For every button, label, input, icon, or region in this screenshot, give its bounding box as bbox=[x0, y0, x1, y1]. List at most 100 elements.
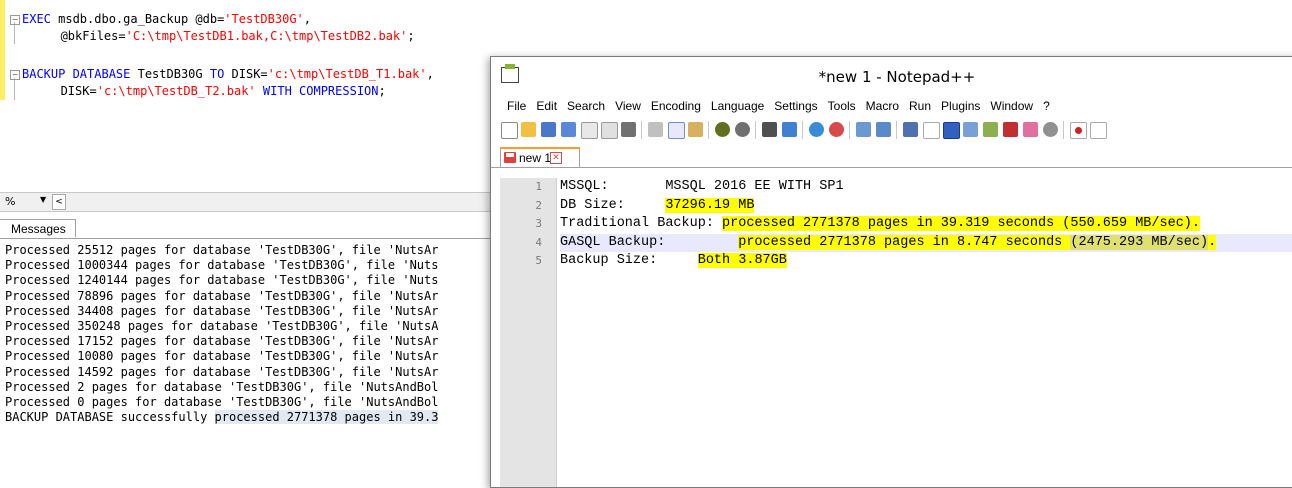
replace-icon[interactable] bbox=[782, 122, 797, 137]
record-macro-icon[interactable] bbox=[1070, 122, 1087, 139]
cut-icon[interactable] bbox=[648, 122, 663, 137]
new-file-icon[interactable] bbox=[501, 122, 518, 139]
menu-macro[interactable]: Macro bbox=[861, 95, 904, 117]
highlighted-text: 37296.19 MB bbox=[665, 197, 755, 213]
message-line: Processed 1240144 pages for database 'Te… bbox=[5, 273, 439, 288]
highlighted-selected-text: (2475.293 MB/sec) bbox=[1070, 234, 1209, 250]
menu-tools[interactable]: Tools bbox=[823, 95, 861, 117]
highlighted-text: processed 2771378 pages in 39.319 second… bbox=[722, 216, 1201, 231]
change-tracking-bar bbox=[0, 0, 5, 100]
line-number-gutter: 1 2 3 4 5 bbox=[500, 178, 557, 487]
stop-macro-icon[interactable] bbox=[1090, 122, 1107, 139]
menu-help[interactable]: ? bbox=[1038, 95, 1055, 117]
text-area[interactable]: MSSQL: MSSQL 2016 EE WITH SP1 DB Size: 3… bbox=[560, 178, 1292, 487]
message-line: Processed 0 pages for database 'TestDB30… bbox=[5, 394, 439, 409]
results-tabs: Messages bbox=[0, 218, 545, 239]
close-all-icon[interactable] bbox=[601, 122, 618, 139]
sql-line-2: @bkFiles='C:\tmp\TestDB1.bak,C:\tmp\Test… bbox=[31, 29, 415, 43]
text-line-5: Backup Size: Both 3.87GB bbox=[560, 253, 787, 268]
indent-guide-icon[interactable] bbox=[943, 122, 960, 139]
tab-new-1[interactable]: new 1 ✕ bbox=[500, 147, 580, 167]
unsaved-file-icon bbox=[504, 152, 516, 163]
zoom-out-icon[interactable] bbox=[829, 122, 844, 137]
sql-editor[interactable]: − EXEC msdb.dbo.ga_Backup @db='TestDB30G'… bbox=[0, 0, 545, 190]
function-list-icon[interactable] bbox=[1003, 122, 1018, 137]
sql-line-3: − BACKUP DATABASE TestDB30G TO DISK='c:\t… bbox=[10, 67, 434, 81]
text-line-4: GASQL Backup: processed 2771378 pages in… bbox=[560, 233, 1292, 252]
line-number: 1 bbox=[535, 180, 542, 193]
menu-file[interactable]: File bbox=[502, 95, 531, 117]
toolbar bbox=[491, 117, 1292, 143]
zoom-bar: % ▼ < bbox=[0, 192, 545, 212]
toolbar-separator bbox=[896, 121, 897, 139]
document-tabs: new 1 ✕ bbox=[491, 143, 1292, 168]
menu-run[interactable]: Run bbox=[904, 95, 936, 117]
window-title: *new 1 - Notepad++ bbox=[818, 68, 976, 86]
message-line: Processed 1000344 pages for database 'Te… bbox=[5, 258, 439, 273]
menu-plugins[interactable]: Plugins bbox=[936, 95, 985, 117]
monitoring-icon[interactable] bbox=[1043, 122, 1058, 137]
save-all-icon[interactable] bbox=[561, 122, 576, 137]
paste-icon[interactable] bbox=[688, 122, 703, 137]
highlighted-text: Both 3.87GB bbox=[697, 253, 787, 268]
zoom-in-icon[interactable] bbox=[809, 122, 824, 137]
notepadpp-window[interactable]: *new 1 - Notepad++ File Edit Search View Enc… bbox=[490, 56, 1292, 488]
sync-horizontal-icon[interactable] bbox=[876, 122, 891, 137]
zoom-level[interactable]: % bbox=[5, 195, 15, 208]
toolbar-separator bbox=[802, 121, 803, 139]
udl-icon[interactable] bbox=[963, 122, 978, 137]
tab-messages[interactable]: Messages bbox=[0, 219, 76, 237]
message-line: Processed 14592 pages for database 'Test… bbox=[5, 364, 439, 379]
find-icon[interactable] bbox=[762, 122, 777, 137]
toolbar-separator bbox=[755, 121, 756, 139]
menu-language[interactable]: Language bbox=[706, 95, 769, 117]
line-number: 3 bbox=[535, 217, 542, 230]
print-icon[interactable] bbox=[621, 122, 636, 137]
menu-settings[interactable]: Settings bbox=[769, 95, 822, 117]
save-icon[interactable] bbox=[541, 122, 556, 137]
text-line-3: Traditional Backup: processed 2771378 pa… bbox=[560, 216, 1201, 231]
copy-icon[interactable] bbox=[668, 122, 685, 139]
message-line: Processed 17152 pages for database 'Test… bbox=[5, 334, 439, 349]
collapse-icon[interactable]: − bbox=[10, 70, 20, 80]
toolbar-separator bbox=[641, 121, 642, 139]
open-file-icon[interactable] bbox=[521, 122, 536, 137]
sql-line-1: − EXEC msdb.dbo.ga_Backup @db='TestDB30G'… bbox=[10, 12, 312, 26]
npp-editor[interactable]: 1 2 3 4 5 MSSQL: MSSQL 2016 EE WITH SP1 … bbox=[500, 178, 1292, 487]
doc-map-icon[interactable] bbox=[983, 122, 998, 137]
menu-search[interactable]: Search bbox=[562, 95, 610, 117]
word-wrap-icon[interactable] bbox=[903, 122, 918, 137]
message-line: Processed 350248 pages for database 'Tes… bbox=[5, 318, 439, 333]
show-all-chars-icon[interactable] bbox=[923, 122, 940, 139]
folder-workspace-icon[interactable] bbox=[1023, 122, 1038, 137]
chevron-down-icon[interactable]: ▼ bbox=[40, 195, 46, 204]
line-number: 2 bbox=[535, 198, 542, 212]
sync-vertical-icon[interactable] bbox=[856, 122, 871, 137]
message-line-final: BACKUP DATABASE successfully processed 2… bbox=[5, 410, 439, 425]
toolbar-separator bbox=[1063, 121, 1064, 139]
close-icon[interactable]: ✕ bbox=[550, 152, 562, 164]
highlighted-text: processed 2771378 pages in 8.747 seconds bbox=[738, 234, 1071, 250]
messages-pane[interactable]: Processed 25512 pages for database 'Test… bbox=[5, 243, 505, 425]
undo-icon[interactable] bbox=[715, 122, 730, 137]
sql-line-4: DISK='c:\tmp\TestDB_T2.bak' WITH COMPRES… bbox=[31, 84, 386, 98]
text-line-1: MSSQL: MSSQL 2016 EE WITH SP1 bbox=[560, 179, 844, 194]
close-file-icon[interactable] bbox=[581, 122, 598, 139]
line-number: 5 bbox=[535, 254, 542, 267]
title-bar[interactable]: *new 1 - Notepad++ bbox=[491, 57, 1292, 95]
menu-view[interactable]: View bbox=[610, 95, 646, 117]
message-line: Processed 25512 pages for database 'Test… bbox=[5, 243, 439, 257]
message-line: Processed 78896 pages for database 'Test… bbox=[5, 288, 439, 303]
menu-window[interactable]: Window bbox=[985, 95, 1038, 117]
menu-bar: File Edit Search View Encoding Language Settin… bbox=[491, 95, 1292, 117]
redo-icon[interactable] bbox=[735, 122, 750, 137]
toolbar-separator bbox=[849, 121, 850, 139]
menu-encoding[interactable]: Encoding bbox=[646, 95, 706, 117]
message-line: Processed 34408 pages for database 'Test… bbox=[5, 303, 439, 318]
collapse-icon[interactable]: − bbox=[10, 15, 20, 25]
scroll-left-button[interactable]: < bbox=[52, 194, 66, 210]
menu-edit[interactable]: Edit bbox=[531, 95, 562, 117]
line-number: 4 bbox=[535, 235, 542, 249]
text-line-2: DB Size: 37296.19 MB bbox=[560, 197, 755, 213]
toolbar-separator bbox=[708, 121, 709, 139]
